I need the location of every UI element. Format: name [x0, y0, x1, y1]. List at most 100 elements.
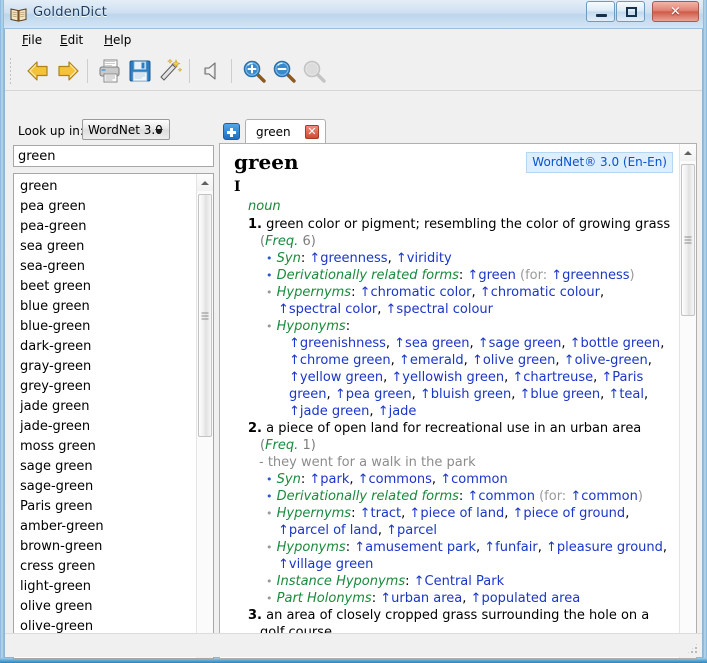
xref-link[interactable]: ↑green	[467, 268, 515, 283]
scrollbar-thumb[interactable]	[681, 164, 695, 316]
list-item[interactable]: green	[14, 177, 198, 197]
zoom-in-button[interactable]	[239, 56, 269, 86]
list-item[interactable]: pea-green	[14, 217, 198, 237]
toolbar-drag-handle[interactable]	[9, 57, 13, 85]
xref-link[interactable]: ↑chromatic colour	[480, 285, 600, 300]
xref-link[interactable]: ↑yellowish green	[391, 370, 504, 385]
xref-link[interactable]: ↑bluish green	[420, 387, 511, 402]
article-scrollbar[interactable]	[679, 144, 696, 658]
toolbar	[5, 51, 702, 91]
xref-link[interactable]: ↑emerald	[399, 353, 464, 368]
xref-link[interactable]: ↑teal	[608, 387, 644, 402]
tab-close-button[interactable]: ✕	[305, 125, 319, 139]
menu-item-help[interactable]: Help	[97, 32, 138, 48]
magic-wand-button[interactable]	[155, 56, 185, 86]
xref-link[interactable]: ↑Central Park	[414, 574, 504, 589]
menu-item-file[interactable]: File	[15, 32, 49, 48]
new-tab-button[interactable]	[223, 123, 240, 140]
xref-link[interactable]: ↑amusement park	[354, 540, 476, 555]
pronounce-button[interactable]	[197, 56, 227, 86]
list-item[interactable]: blue-green	[14, 317, 198, 337]
zoom-out-button[interactable]	[269, 56, 299, 86]
article-view[interactable]: WordNet® 3.0 (En-En) green I noun 1. gre…	[220, 144, 681, 658]
print-button[interactable]	[95, 56, 125, 86]
list-item[interactable]: grey-green	[14, 377, 198, 397]
xref-link[interactable]: ↑commons	[358, 472, 432, 487]
tab-green[interactable]: green ✕	[245, 119, 326, 144]
xref-link[interactable]: ↑jade	[378, 404, 417, 419]
list-item[interactable]: beet green	[14, 277, 198, 297]
xref-link[interactable]: ↑greenness	[551, 268, 629, 283]
xref-link[interactable]: ↑parcel of land	[278, 523, 378, 538]
up-arrow-icon: ↑	[386, 302, 397, 317]
scroll-up-button[interactable]	[680, 144, 696, 161]
xref-link[interactable]: ↑spectral color	[278, 302, 377, 317]
list-item[interactable]: brown-green	[14, 537, 198, 557]
menu-item-edit[interactable]: Edit	[53, 32, 90, 48]
xref-link[interactable]: ↑common	[440, 472, 508, 487]
list-item[interactable]: Kendal green	[14, 657, 198, 659]
xref-link[interactable]: ↑parcel	[386, 523, 437, 538]
xref-link[interactable]: ↑viridity	[396, 251, 452, 266]
list-item[interactable]: light-green	[14, 577, 198, 597]
list-item[interactable]: sea-green	[14, 257, 198, 277]
xref-link[interactable]: ↑common	[570, 489, 638, 504]
close-button[interactable]: ✕	[652, 1, 699, 22]
list-item[interactable]: olive green	[14, 597, 198, 617]
xref-link[interactable]: ↑greenness	[309, 251, 387, 266]
list-item[interactable]: sage green	[14, 457, 198, 477]
relation-kind: Syn	[277, 472, 301, 487]
xref-link[interactable]: ↑bottle green	[570, 336, 661, 351]
xref-link[interactable]: ↑spectral colour	[386, 302, 493, 317]
search-input[interactable]	[13, 145, 214, 167]
xref-link[interactable]: ↑piece of ground	[512, 506, 625, 521]
forward-button[interactable]	[53, 56, 83, 86]
list-item[interactable]: dark-green	[14, 337, 198, 357]
resize-grip-icon[interactable]	[686, 642, 699, 655]
list-item[interactable]: jade-green	[14, 417, 198, 437]
list-item[interactable]: sage-green	[14, 477, 198, 497]
sense-group: I noun 1. green color or pigment; resemb…	[232, 179, 671, 658]
scrollbar-thumb[interactable]	[198, 194, 212, 437]
list-item[interactable]: pea green	[14, 197, 198, 217]
xref-link[interactable]: ↑chrome green	[289, 353, 391, 368]
list-item[interactable]: amber-green	[14, 517, 198, 537]
xref-link[interactable]: ↑pea green	[335, 387, 412, 402]
minimize-button[interactable]	[586, 1, 615, 22]
xref-link[interactable]: ↑olive-green	[564, 353, 648, 368]
list-item[interactable]: sea green	[14, 237, 198, 257]
xref-link[interactable]: ↑piece of land	[409, 506, 504, 521]
xref-link[interactable]: ↑pleasure ground	[546, 540, 663, 555]
xref-link[interactable]: ↑yellow green	[289, 370, 383, 385]
list-item[interactable]: moss green	[14, 437, 198, 457]
xref-label: pleasure ground	[557, 540, 663, 555]
xref-link[interactable]: ↑jade green	[289, 404, 369, 419]
word-list[interactable]: green pea green pea-green sea green sea-…	[14, 174, 198, 658]
xref-link[interactable]: ↑village green	[278, 557, 373, 572]
xref-link[interactable]: ↑tract	[360, 506, 402, 521]
save-button[interactable]	[125, 56, 155, 86]
xref-link[interactable]: ↑olive green	[472, 353, 555, 368]
list-item[interactable]: gray-green	[14, 357, 198, 377]
scroll-up-button[interactable]	[197, 174, 213, 191]
xref-link[interactable]: ↑chromatic color	[360, 285, 472, 300]
xref-link[interactable]: ↑populated area	[471, 591, 581, 606]
xref-link[interactable]: ↑greenishness	[289, 336, 386, 351]
xref-link[interactable]: ↑common	[467, 489, 535, 504]
xref-link[interactable]: ↑sea green	[394, 336, 469, 351]
list-item[interactable]: cress green	[14, 557, 198, 577]
list-item[interactable]: jade green	[14, 397, 198, 417]
xref-link[interactable]: ↑park	[309, 472, 349, 487]
list-item[interactable]: Paris green	[14, 497, 198, 517]
xref-link[interactable]: ↑sage green	[478, 336, 562, 351]
xref-link[interactable]: ↑chartreuse	[512, 370, 593, 385]
dictionary-group-combo[interactable]: WordNet 3.0	[82, 119, 170, 140]
xref-link[interactable]: ↑funfair	[484, 540, 537, 555]
xref-link[interactable]: ↑blue green	[519, 387, 600, 402]
back-button[interactable]	[23, 56, 53, 86]
maximize-button[interactable]	[616, 1, 645, 22]
xref-link[interactable]: ↑urban area	[380, 591, 462, 606]
word-list-scrollbar[interactable]	[196, 174, 213, 658]
list-item[interactable]: blue green	[14, 297, 198, 317]
tab-bar: green ✕	[219, 119, 697, 144]
